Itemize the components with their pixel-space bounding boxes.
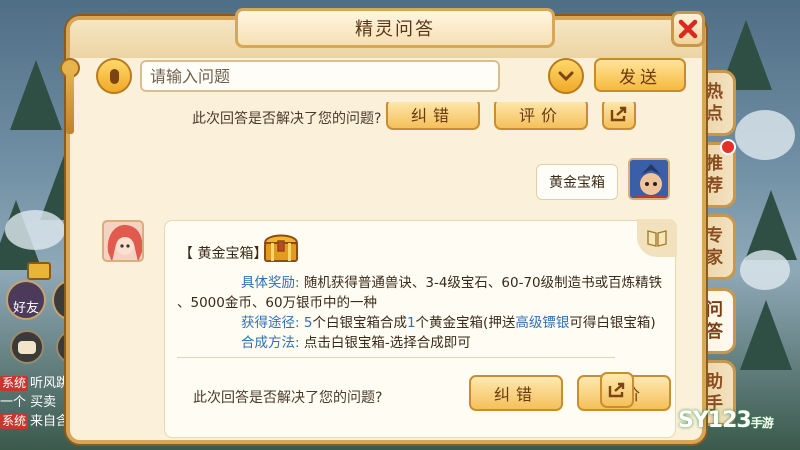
tab-label: 推 (706, 154, 723, 174)
user-avatar (628, 158, 670, 200)
reward-row-cont: 、5000金币、60万银币中的一种 (177, 293, 669, 313)
reward-text: 随机获得普通兽诀、3-4级宝石、60-70级制造书或百炼精铁 (303, 275, 663, 291)
escort-link[interactable]: 高级镖银 (515, 315, 569, 331)
source-text: 可得白银宝箱) (569, 315, 656, 331)
tab-label: 专 (706, 226, 723, 246)
tab-label: 热 (706, 82, 723, 102)
tab-label: 问 (706, 300, 723, 320)
friends-label: 好友 (12, 301, 39, 316)
tab-label: 点 (706, 104, 723, 124)
npc-avatar (102, 220, 144, 262)
feedback-question: 此次回答是否解决了您的问题? (192, 111, 382, 127)
voice-input-button[interactable] (96, 58, 132, 94)
rate-label: 评价 (518, 106, 563, 125)
answer-title: 【 黄金宝箱】 (179, 246, 268, 262)
correct-label: 纠错 (410, 106, 455, 125)
user-message-bubble: 黄金宝箱 (536, 164, 618, 200)
share-button[interactable] (600, 372, 634, 408)
user-message-text: 黄金宝箱 (549, 175, 605, 191)
send-button[interactable]: 发送 (594, 58, 686, 92)
book-glyph (647, 230, 667, 247)
dialog-title: 精灵问答 (355, 19, 435, 40)
tab-label: 荐 (706, 176, 723, 196)
source-number: 1 (406, 315, 416, 331)
combine-label: 合成方法: (241, 335, 300, 351)
mail-icon[interactable] (27, 262, 51, 280)
system-tag: 系统 (0, 414, 29, 429)
reward-label: 具体奖励: (241, 275, 300, 291)
close-icon (678, 19, 698, 39)
answer-card: 【 黄金宝箱】 具体奖励: 随机获得普通兽诀、3-4级宝石、60-70级制造书或… (164, 219, 677, 438)
feedback-question: 此次回答是否解决了您的问题? (193, 390, 383, 406)
site-watermark: SY123手游 (678, 408, 774, 433)
correct-button[interactable]: 纠错 (469, 375, 563, 411)
microphone-icon (109, 68, 119, 84)
reward-row: 具体奖励: 随机获得普通兽诀、3-4级宝石、60-70级制造书或百炼精铁 (177, 273, 669, 293)
combine-text: 点击白银宝箱-选择合成即可 (303, 335, 471, 351)
chat-text: 来自含 (30, 414, 70, 429)
tassel-decoration (66, 64, 74, 134)
share-button[interactable] (602, 102, 636, 130)
title-banner: 精灵问答 (235, 8, 555, 48)
watermark-brand: SY123 (678, 408, 752, 433)
system-tag: 系统 (0, 376, 29, 391)
history-dropdown-button[interactable] (548, 58, 584, 94)
correct-label: 纠错 (493, 385, 538, 404)
tree-decoration (745, 190, 797, 260)
reward-text-cont: 、5000金币、60万银币中的一种 (177, 295, 378, 311)
friends-button[interactable]: 好友 (6, 280, 46, 320)
watermark-sub: 手游 (750, 416, 774, 430)
fairy-avatar-icon (104, 222, 142, 260)
share-icon (610, 106, 627, 122)
treasure-chest-icon (263, 234, 299, 262)
hero-avatar-icon (630, 160, 668, 198)
rate-button[interactable]: 评价 (494, 102, 588, 130)
chat-text: 一个 买卖 (0, 395, 57, 410)
book-icon[interactable] (637, 219, 677, 257)
answer-body: 具体奖励: 随机获得普通兽诀、3-4级宝石、60-70级制造书或百炼精铁 、50… (177, 273, 669, 353)
previous-feedback-bar: 此次回答是否解决了您的问题? 纠错 评价 (164, 102, 676, 136)
notification-dot (720, 139, 736, 155)
send-label: 发送 (619, 67, 661, 88)
tab-label: 家 (706, 248, 723, 268)
combine-row: 合成方法: 点击白银宝箱-选择合成即可 (177, 333, 669, 353)
snow-patch (735, 110, 795, 160)
question-input[interactable] (140, 60, 500, 92)
source-label: 获得途径: (241, 315, 300, 331)
tab-label: 助 (706, 372, 723, 392)
chat-text: 听风跳 (30, 376, 70, 391)
tab-label: 答 (706, 322, 723, 342)
chat-bubble-icon (18, 340, 36, 354)
snow-patch (740, 250, 790, 290)
share-icon (608, 382, 625, 398)
question-input-row: 发送 (96, 56, 686, 96)
divider (177, 357, 615, 358)
chevron-down-icon (558, 71, 574, 82)
close-button[interactable] (671, 11, 705, 47)
tree-decoration (740, 300, 792, 370)
correct-button[interactable]: 纠错 (386, 102, 480, 130)
source-text: 个黄金宝箱(押送 (415, 315, 516, 331)
source-row: 获得途径: 5个白银宝箱合成1个黄金宝箱(押送高级镖银可得白银宝箱) (177, 313, 669, 333)
chat-button[interactable] (10, 330, 44, 364)
source-text: 个白银宝箱合成 (312, 315, 407, 331)
